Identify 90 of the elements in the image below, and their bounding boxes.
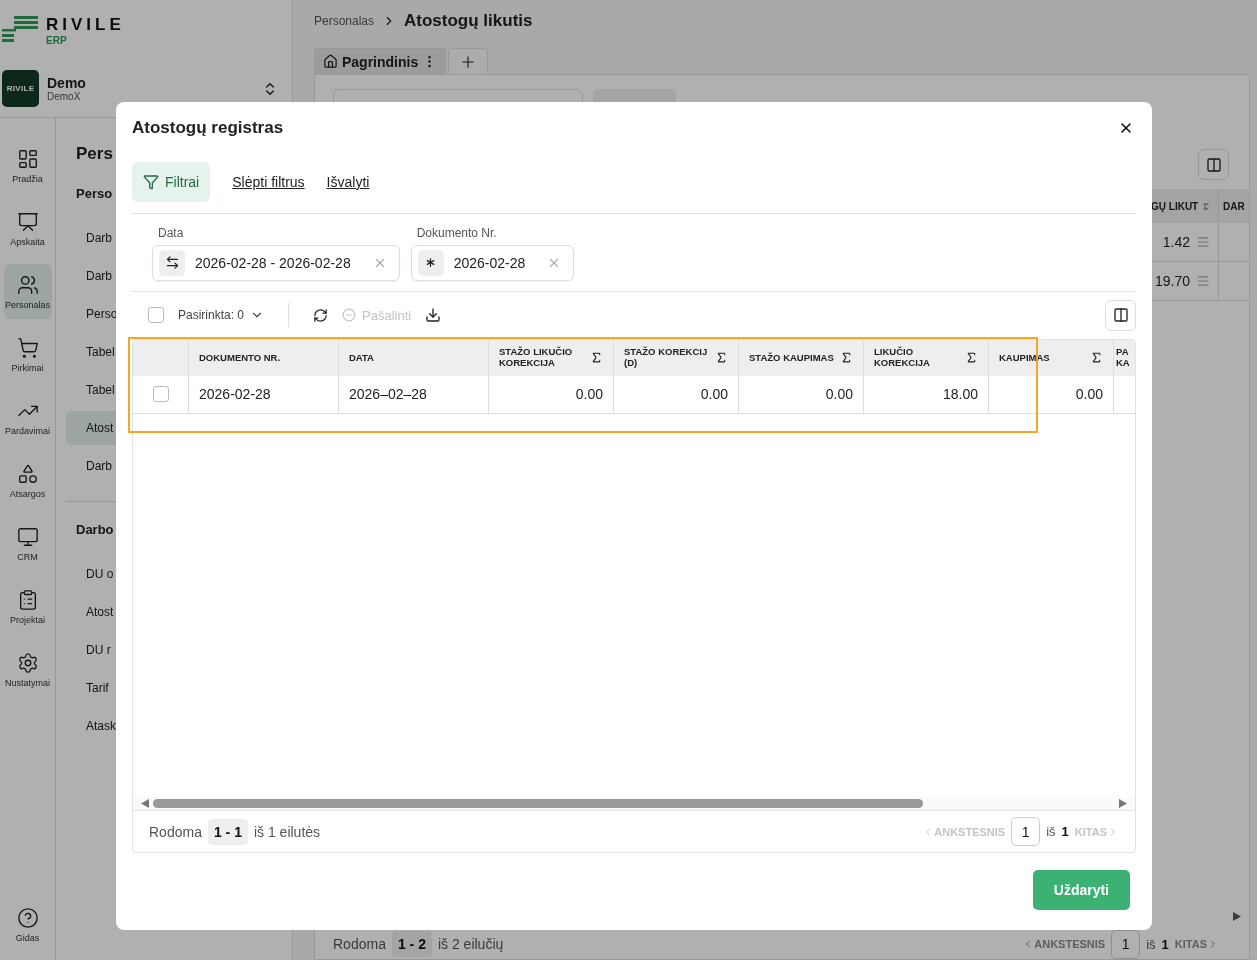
table-cell: 18.00 bbox=[864, 375, 989, 414]
page-field[interactable]: 1 bbox=[1011, 817, 1041, 846]
scrollbar-thumb[interactable] bbox=[153, 799, 923, 808]
filter-link[interactable]: Slėpti filtrus bbox=[232, 173, 305, 190]
rail-item[interactable]: Nustatymai bbox=[3, 642, 52, 697]
page-count: 1 bbox=[1061, 824, 1069, 839]
table-cell: 0.00 bbox=[739, 375, 864, 414]
column-header: GŲ LIKUT bbox=[1151, 200, 1199, 212]
columns-button[interactable] bbox=[1105, 299, 1136, 331]
page-field[interactable]: 1 bbox=[1111, 929, 1141, 959]
footer-text: iš 1 eilutės bbox=[253, 823, 321, 840]
field-label: Data bbox=[157, 225, 185, 240]
table-cell: 0.00 bbox=[489, 375, 614, 414]
filter-field[interactable]: 2026-02-28 - 2026-02-28 bbox=[152, 244, 400, 281]
selection-dropdown[interactable]: Pasirinkta: 0 bbox=[178, 308, 265, 323]
page-count: 1 bbox=[1161, 936, 1169, 952]
filter-icon bbox=[143, 173, 159, 190]
field-label: Dokumento Nr. bbox=[415, 225, 498, 240]
columns-icon bbox=[1205, 156, 1222, 173]
company-badge: RIVILE bbox=[2, 70, 39, 107]
of-text: iš bbox=[1046, 824, 1056, 839]
menu-icon bbox=[1196, 274, 1210, 288]
rail-item[interactable]: Personalas bbox=[3, 264, 52, 319]
company-subtitle: DemoX bbox=[47, 91, 82, 102]
scroll-right-icon bbox=[1119, 799, 1127, 808]
group-title: Perso bbox=[76, 186, 114, 201]
add-tab-button[interactable] bbox=[448, 48, 489, 74]
checkbox[interactable] bbox=[148, 307, 164, 324]
logo-subtitle: ERP bbox=[46, 34, 68, 46]
scroll-left-icon bbox=[141, 799, 149, 808]
range-tag: 1 - 2 bbox=[391, 931, 432, 957]
filter-button[interactable]: Filtrai bbox=[132, 161, 211, 202]
column-header: LIKUČIO KOREKCIJA bbox=[874, 347, 931, 369]
menu-icon bbox=[1196, 235, 1210, 249]
cell-value: 19.70 bbox=[1154, 273, 1190, 289]
column-header: DOKUMENTO NR. bbox=[199, 352, 282, 363]
page-tab[interactable]: Pagrindinis bbox=[314, 48, 447, 74]
rail-item[interactable]: CRM bbox=[3, 516, 52, 571]
column-header: STAŽO KOREKCIJ (D) bbox=[624, 347, 709, 369]
column-header: DATA bbox=[349, 352, 375, 363]
cart-icon bbox=[16, 336, 39, 359]
table-cell: 0.00 bbox=[989, 375, 1114, 414]
section-title: Pers bbox=[76, 144, 114, 164]
columns-button[interactable] bbox=[1198, 149, 1229, 180]
shapes-icon bbox=[16, 462, 39, 485]
of-text: iš bbox=[1146, 936, 1156, 952]
home-icon bbox=[323, 54, 338, 69]
settings-icon bbox=[16, 651, 39, 674]
footer-text: Rodoma bbox=[333, 936, 386, 952]
filter-link[interactable]: Išvalyti bbox=[326, 173, 370, 190]
table-cell: 0.00 bbox=[614, 375, 739, 414]
swap-icon bbox=[164, 255, 180, 271]
refresh-icon[interactable] bbox=[313, 307, 329, 323]
rail-item[interactable]: Pirkimai bbox=[3, 327, 52, 382]
logo-icon bbox=[2, 16, 40, 44]
users-icon bbox=[16, 273, 39, 296]
minus-circle-icon bbox=[342, 308, 357, 323]
dashboard-icon bbox=[16, 147, 39, 170]
company-name: Demo bbox=[47, 75, 87, 91]
page-title: Atostogų likutis bbox=[404, 11, 533, 31]
rail-item[interactable]: Pardavimai bbox=[3, 390, 52, 445]
range-tag: 1 - 1 bbox=[207, 818, 248, 845]
monitor-icon bbox=[16, 525, 39, 548]
rail-item[interactable]: Pradžia bbox=[3, 138, 52, 193]
mode-button[interactable] bbox=[159, 249, 185, 276]
scroll-right-icon bbox=[1233, 912, 1241, 921]
help-item[interactable]: Gidas bbox=[3, 897, 52, 952]
footer-text: Rodoma bbox=[149, 823, 202, 840]
rail-item[interactable]: Atsargos bbox=[3, 453, 52, 508]
logo-name: RIVILE bbox=[46, 14, 125, 35]
column-header: DAR bbox=[1219, 189, 1249, 223]
columns-icon bbox=[1112, 307, 1129, 324]
mode-button[interactable] bbox=[417, 249, 444, 276]
cell-value: 1.42 bbox=[1162, 234, 1190, 250]
checkbox[interactable] bbox=[152, 386, 169, 403]
rail-item[interactable]: Apskaita bbox=[3, 201, 52, 256]
presentation-icon bbox=[16, 210, 39, 233]
help-icon bbox=[16, 906, 39, 929]
rail-item[interactable]: Projektai bbox=[3, 579, 52, 634]
dialog-title: Atostogų registras bbox=[132, 117, 284, 138]
filter-field[interactable]: 2026-02-28 bbox=[410, 244, 575, 281]
breadcrumb-link[interactable]: Personalas bbox=[314, 14, 375, 28]
table-cell: 2026–02–28 bbox=[339, 375, 489, 414]
footer-text: iš 2 eilučių bbox=[437, 936, 504, 952]
column-header: PA KA bbox=[1116, 347, 1131, 369]
download-icon[interactable] bbox=[425, 307, 442, 324]
column-header: STAŽO LIKUČIO KOREKCIJA bbox=[499, 347, 574, 369]
column-header: STAŽO KAUPIMAS bbox=[749, 352, 835, 363]
table-cell: 2026-02-28 bbox=[189, 375, 339, 414]
group-title: Darbo bbox=[76, 522, 115, 537]
